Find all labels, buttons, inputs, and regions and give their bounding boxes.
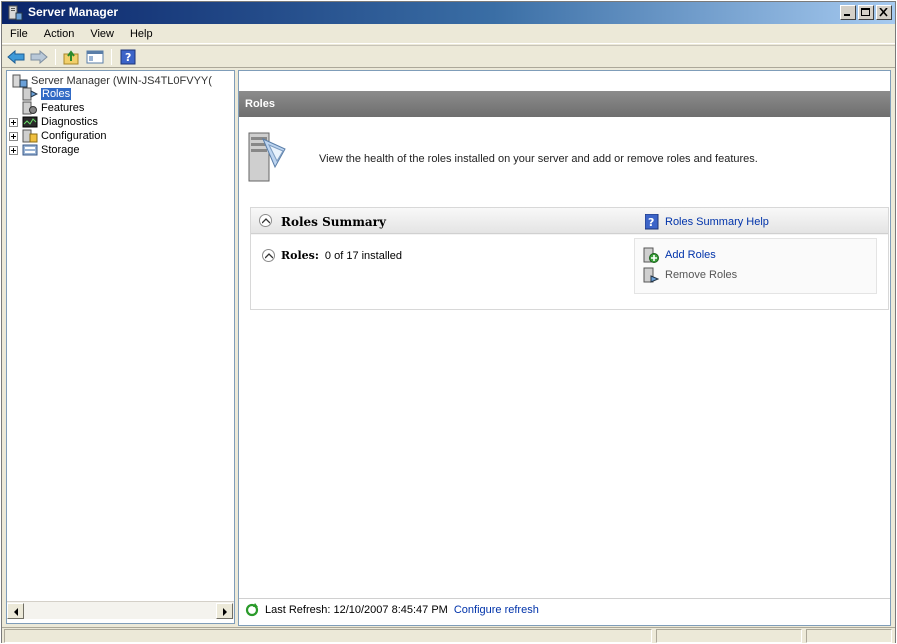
add-roles-icon: [643, 247, 659, 263]
tree-item-label: Configuration: [41, 130, 107, 142]
roles-summary-section: Roles Summary ? Roles Summary Help Roles…: [250, 207, 889, 310]
scroll-left-icon: [14, 608, 18, 616]
last-refresh-text: Last Refresh: 12/10/2007 8:45:47 PM: [265, 604, 448, 616]
tree-item-storage[interactable]: Storage: [9, 143, 80, 157]
remove-roles-link[interactable]: Remove Roles: [643, 267, 737, 283]
collapse-roles-summary-button[interactable]: [259, 214, 272, 227]
toolbar-separator: [55, 48, 56, 65]
roles-summary-header: Roles Summary ? Roles Summary Help: [251, 208, 888, 234]
status-pane-2: [656, 629, 802, 643]
menu-help[interactable]: Help: [130, 28, 153, 40]
add-roles-link[interactable]: Add Roles: [643, 247, 716, 263]
tree-item-label: Diagnostics: [41, 116, 98, 128]
storage-icon: [22, 143, 38, 157]
remove-roles-icon: [643, 267, 659, 283]
page-title: Roles: [239, 91, 890, 117]
up-folder-icon: [63, 49, 79, 64]
forward-icon: [30, 49, 48, 64]
roles-count-row: Roles: 0 of 17 installed: [262, 249, 402, 262]
close-icon: [879, 8, 888, 17]
status-pane-main: [4, 629, 652, 643]
roles-summary-title: Roles Summary: [281, 215, 386, 229]
scroll-left-button[interactable]: [7, 603, 24, 619]
help-icon: ?: [645, 214, 659, 230]
tree-item-label: Features: [41, 102, 85, 114]
roles-icon: [22, 87, 39, 101]
back-icon: [7, 49, 25, 64]
help-icon: ?: [120, 49, 136, 64]
svg-text:?: ?: [125, 51, 131, 64]
tree-item-features[interactable]: Features: [22, 101, 84, 115]
collapse-icon: [265, 253, 273, 259]
tree-horizontal-scrollbar[interactable]: [7, 601, 234, 619]
close-button[interactable]: [876, 5, 892, 20]
maximize-icon: [861, 8, 870, 16]
roles-actions-box: Add Roles Remove Roles: [634, 238, 877, 294]
maximize-button[interactable]: [858, 5, 874, 20]
tree-item-label: Roles: [41, 88, 72, 100]
configure-refresh-link[interactable]: Configure refresh: [454, 604, 539, 616]
expand-icon[interactable]: [9, 131, 18, 141]
configuration-icon: [22, 129, 38, 143]
server-icon: [12, 74, 28, 88]
intro-section: View the health of the roles installed o…: [243, 123, 888, 193]
menu-bar: File Action View Help: [2, 24, 895, 44]
svg-text:?: ?: [648, 216, 654, 229]
tree-root-server-manager[interactable]: Server Manager (WIN-JS4TL0FVYY(: [12, 74, 212, 88]
show-hide-console-tree-icon: [86, 50, 104, 63]
menu-file[interactable]: File: [10, 28, 28, 40]
minimize-button[interactable]: [840, 5, 856, 20]
status-bar: [2, 627, 895, 643]
collapse-roles-button[interactable]: [262, 249, 275, 262]
scroll-right-button[interactable]: [216, 603, 233, 619]
status-pane-3: [806, 629, 892, 643]
window-controls: [840, 5, 892, 20]
back-button[interactable]: [6, 48, 26, 66]
footer-divider: [239, 598, 890, 599]
refresh-icon: [245, 603, 259, 617]
roles-label: Roles:: [281, 249, 319, 262]
tree-item-configuration[interactable]: Configuration: [9, 129, 106, 143]
roles-installed-count: 0 of 17 installed: [324, 249, 402, 262]
intro-text: View the health of the roles installed o…: [319, 153, 758, 165]
tree-item-label: Storage: [41, 144, 80, 156]
title-bar[interactable]: Server Manager: [2, 2, 895, 24]
roles-summary-help-link[interactable]: ? Roles Summary Help: [645, 214, 769, 230]
roles-summary-help-label: Roles Summary Help: [665, 216, 769, 228]
tree-item-diagnostics[interactable]: Diagnostics: [9, 115, 98, 129]
window-title: Server Manager: [28, 5, 119, 19]
refresh-status: Last Refresh: 12/10/2007 8:45:47 PM Conf…: [245, 603, 539, 617]
expand-icon[interactable]: [9, 145, 18, 155]
roles-large-icon: [245, 127, 291, 188]
roles-summary-body: Roles: 0 of 17 installed Add Roles Remov…: [251, 235, 888, 309]
menu-action[interactable]: Action: [44, 28, 75, 40]
server-manager-app-icon: [7, 5, 23, 21]
toolbar: ?: [2, 45, 895, 68]
show-hide-console-tree-button[interactable]: [85, 48, 105, 66]
menu-view[interactable]: View: [90, 28, 114, 40]
server-manager-window: Server Manager File Action View Help ? S…: [1, 1, 896, 643]
add-roles-label: Add Roles: [665, 249, 716, 261]
features-icon: [22, 101, 38, 115]
scroll-right-icon: [223, 608, 227, 616]
toolbar-separator: [111, 48, 112, 65]
minimize-icon: [844, 14, 850, 16]
help-button[interactable]: ?: [118, 48, 138, 66]
remove-roles-label: Remove Roles: [665, 269, 738, 281]
tree-root-label: Server Manager (WIN-JS4TL0FVYY(: [31, 75, 212, 87]
collapse-icon: [262, 218, 270, 224]
diagnostics-icon: [22, 115, 38, 129]
expand-icon[interactable]: [9, 117, 18, 127]
tree-item-roles[interactable]: Roles: [22, 87, 72, 101]
details-pane: Roles View the health of the roles insta…: [238, 70, 891, 626]
forward-button[interactable]: [29, 48, 49, 66]
up-folder-button[interactable]: [62, 48, 82, 66]
